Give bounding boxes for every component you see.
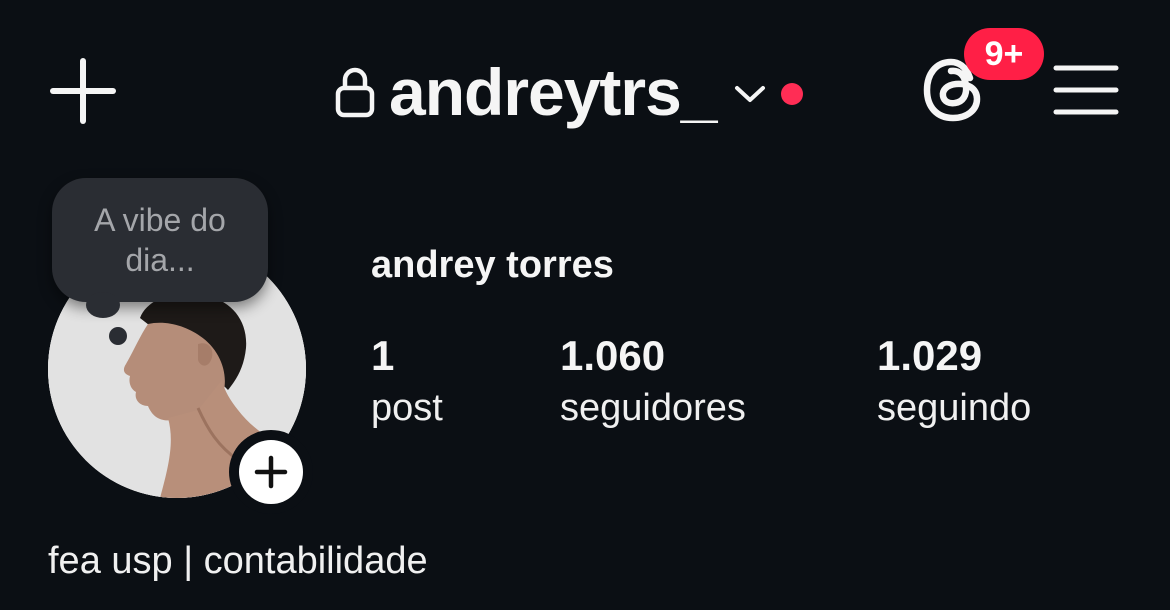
chevron-down-icon <box>734 86 765 102</box>
add-story-button[interactable] <box>229 430 313 514</box>
following-count-value: 1.029 <box>877 332 983 379</box>
account-switcher[interactable]: andreytrs_ <box>335 52 803 132</box>
note-tail-large <box>86 292 120 318</box>
unread-dot <box>780 83 803 105</box>
plus-icon <box>50 58 116 124</box>
profile-full-name: andrey torres <box>371 244 614 286</box>
followers-count[interactable]: 1.060 seguidores <box>560 330 746 434</box>
posts-count-label: post <box>371 387 443 429</box>
add-story-circle <box>239 440 303 504</box>
note-bubble[interactable]: A vibe do dia... <box>52 178 268 302</box>
followers-count-value: 1.060 <box>560 332 666 379</box>
note-tail-small <box>109 327 127 345</box>
notification-badge: 9+ <box>964 28 1044 80</box>
note-text: A vibe do dia... <box>94 202 226 278</box>
menu-button[interactable] <box>1052 62 1120 118</box>
following-count[interactable]: 1.029 seguindo <box>877 330 1031 434</box>
lock-icon <box>335 67 375 118</box>
posts-count[interactable]: 1 post <box>371 330 443 434</box>
profile-bio: fea usp | contabilidade <box>48 540 428 582</box>
hamburger-menu-icon <box>1053 65 1119 115</box>
posts-count-value: 1 <box>371 332 395 379</box>
username-title: andreytrs_ <box>389 55 718 129</box>
following-count-label: seguindo <box>877 387 1032 429</box>
followers-count-label: seguidores <box>560 387 746 429</box>
plus-icon <box>254 455 288 489</box>
new-post-button[interactable] <box>50 58 116 124</box>
